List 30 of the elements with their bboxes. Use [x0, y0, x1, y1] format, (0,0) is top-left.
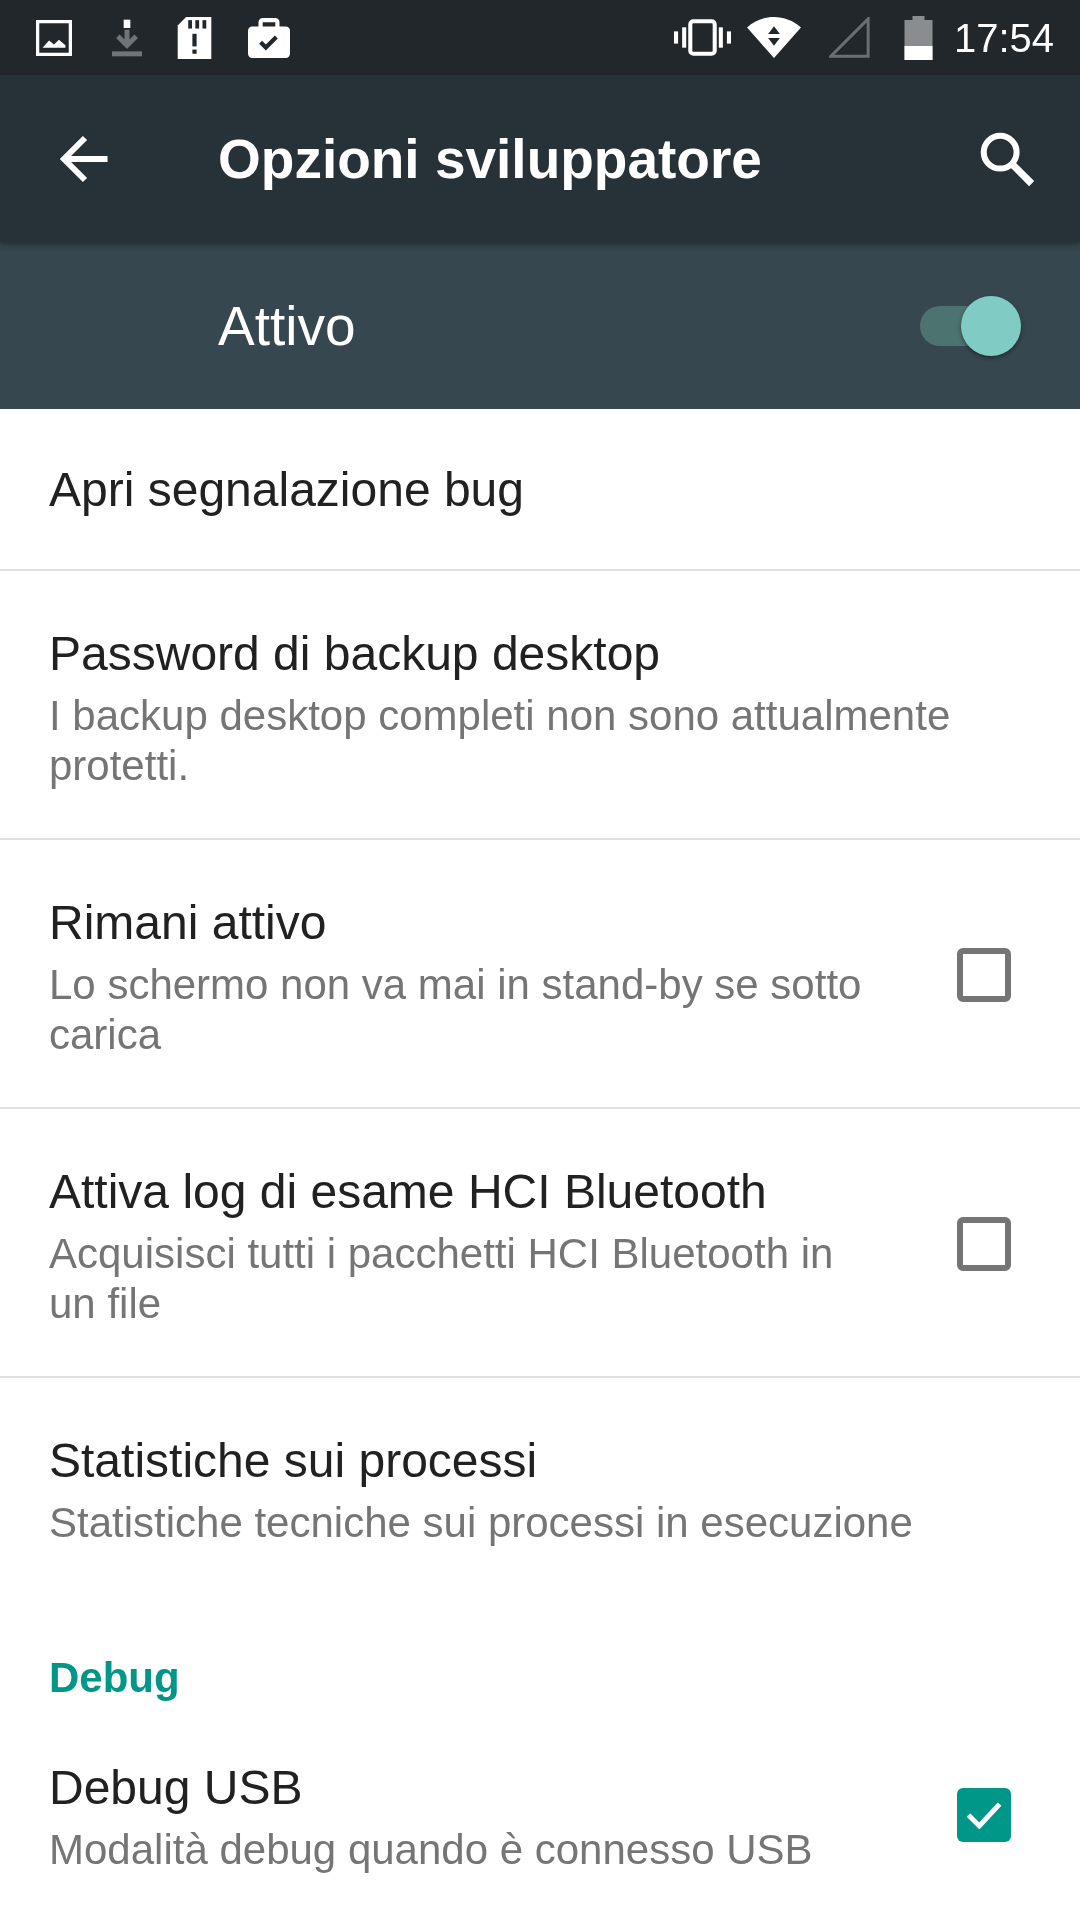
signal-icon	[828, 17, 870, 58]
preference-summary: Lo schermo non va mai in stand-by se sotto carica	[49, 960, 863, 1060]
back-icon[interactable]	[61, 134, 109, 183]
wifi-icon	[746, 17, 801, 58]
preference-summary: Acquisisci tutti i pacchetti HCI Bluetooth in un file	[49, 1229, 835, 1329]
preference-summary: I backup desktop completi non sono attualmente protetti.	[49, 691, 952, 791]
preference-title: Apri segnalazione bug	[49, 462, 525, 518]
vibrate-icon	[673, 19, 731, 56]
preference-summary: Statistiche tecniche sui processi in esecuzione	[49, 1498, 914, 1548]
preference-title: Statistiche sui processi	[49, 1433, 539, 1489]
image-icon	[36, 19, 72, 56]
sd-card-alert-icon	[177, 16, 212, 59]
status-time: 17:54	[953, 17, 1054, 58]
preference-summary: Modalità debug quando è connesso USB	[49, 1825, 814, 1875]
preference-title: Rimani attivo	[49, 895, 328, 951]
switch-label: Attivo	[218, 293, 357, 359]
checkbox[interactable]	[957, 948, 1011, 1002]
screen-title: Opzioni sviluppatore	[218, 126, 763, 192]
checkmark-icon	[965, 1801, 1003, 1829]
download-icon	[112, 18, 142, 57]
checkbox[interactable]	[957, 1217, 1011, 1271]
category-header: Debug	[49, 1654, 180, 1701]
search-icon[interactable]	[981, 132, 1033, 185]
briefcase-check-icon	[248, 17, 290, 58]
checkbox[interactable]	[957, 1788, 1011, 1842]
battery-icon	[903, 15, 933, 60]
preference-title: Password di backup desktop	[49, 626, 661, 682]
toggle-switch[interactable]	[920, 295, 1021, 356]
preference-title: Debug USB	[49, 1760, 304, 1816]
preference-title: Attiva log di esame HCI Bluetooth	[49, 1164, 768, 1220]
